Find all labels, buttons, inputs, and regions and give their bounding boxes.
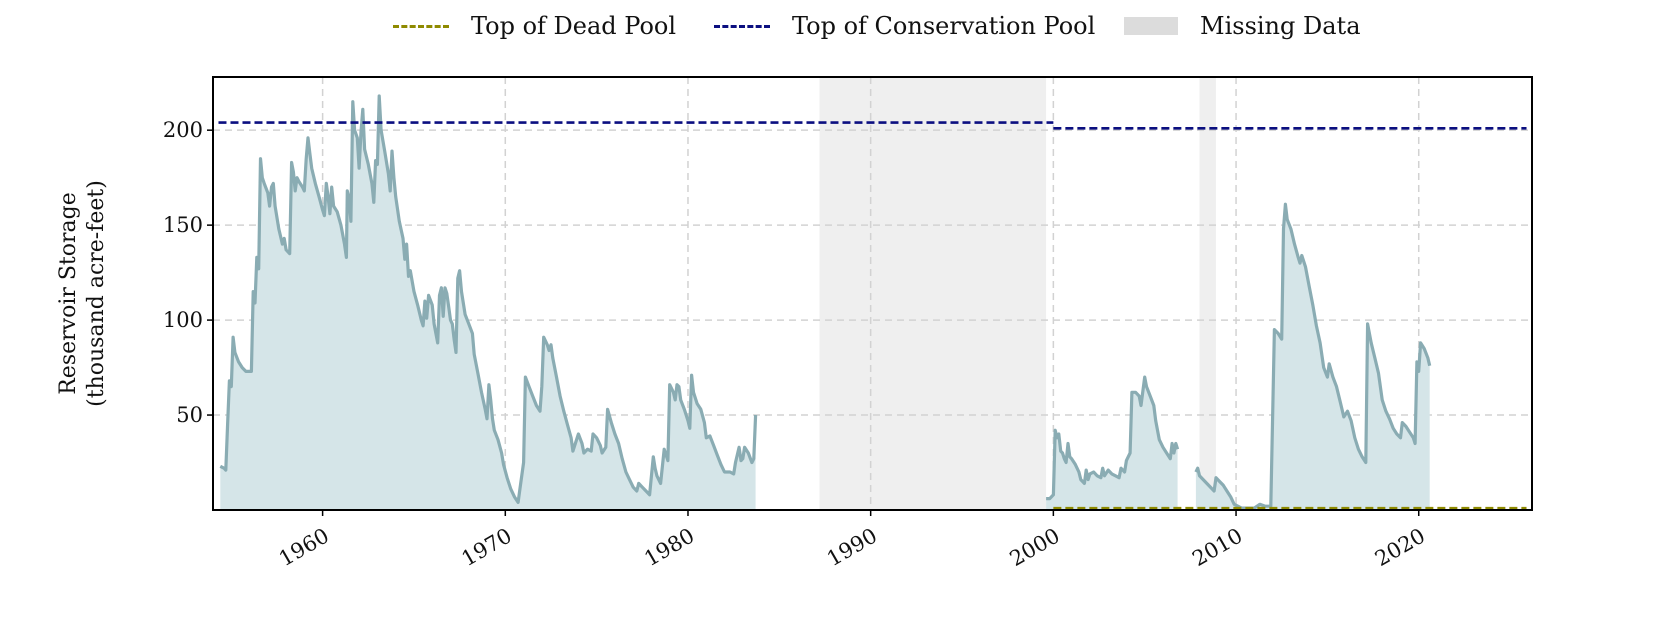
x-axis-ticks: 1960 1970 1980 1990 2000 2010 2020 [275,510,1429,571]
x-tick-label: 1990 [823,524,881,572]
x-tick-label: 1980 [640,524,698,572]
storage-area [1046,377,1178,510]
storage-chart: 1960 1970 1980 1990 2000 2010 2020 50 100 150 200… [56,76,1533,571]
missing-data-band [819,77,1047,510]
y-tick-label: 200 [163,118,203,142]
y-axis-title-line-1: Reservoir Storage [56,192,81,395]
storage-area [1195,204,1430,510]
x-tick-label: 2010 [1188,524,1246,572]
missing-data-band [1199,77,1216,510]
x-tick-label: 2000 [1006,524,1064,572]
y-axis-ticks: 50 100 150 200 [163,118,213,427]
y-axis-title-line-2: (thousand acre-feet) [84,180,109,407]
y-tick-label: 150 [163,213,203,237]
y-tick-label: 100 [163,308,203,332]
x-tick-label: 2020 [1371,524,1429,572]
storage-area [220,96,756,510]
y-tick-label: 50 [176,403,203,427]
x-tick-label: 1970 [458,524,516,572]
x-tick-label: 1960 [275,524,333,572]
